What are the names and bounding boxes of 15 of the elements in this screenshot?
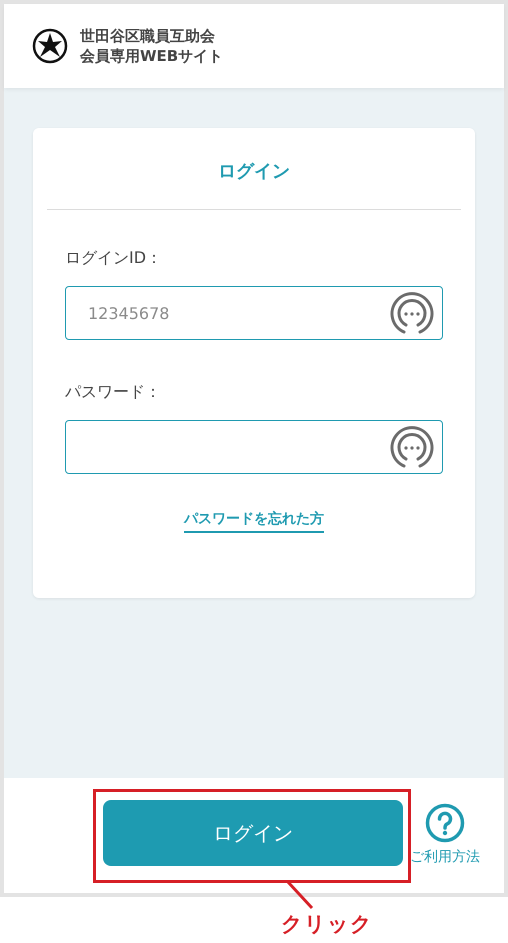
login-button[interactable]: ログイン	[103, 800, 403, 866]
password-visibility-icon[interactable]	[389, 290, 435, 336]
input-field[interactable]: 12345678	[65, 286, 443, 340]
forgot-password-link[interactable]: パスワードを忘れた方	[184, 511, 324, 533]
card-title: ログイン	[218, 161, 290, 182]
leader-line	[284, 880, 316, 912]
annotation-label: クリック	[281, 911, 373, 938]
emblem-logo-icon	[32, 28, 68, 64]
field-label: ログインID：	[65, 247, 162, 269]
input-field[interactable]	[65, 420, 443, 474]
help-icon[interactable]	[425, 803, 465, 843]
site-title: 世田谷区職員互助会 会員専用WEBサイト	[80, 26, 224, 66]
help-link[interactable]: ご利用方法	[410, 847, 480, 868]
password-visibility-icon[interactable]	[389, 424, 435, 470]
field-label: パスワード：	[65, 381, 161, 403]
